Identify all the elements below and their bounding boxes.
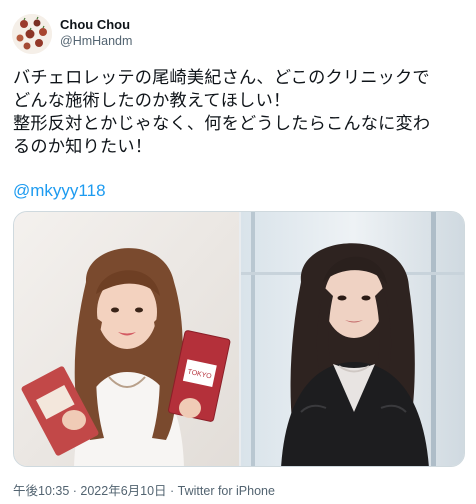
tweet: Chou Chou @HmHandm バチェロレッテの尾崎美紀さん、どこのクリニ… (0, 0, 476, 504)
photo-left[interactable]: TOKYO (14, 212, 239, 466)
photo-right[interactable] (241, 212, 464, 466)
mention-link[interactable]: @mkyyy118 (13, 179, 106, 202)
user-names: Chou Chou @HmHandm (60, 16, 132, 50)
tweet-text-line: 整形反対とかじゃなく、何をどうしたらこんなに変わ (13, 113, 431, 133)
user-handle[interactable]: @HmHandm (60, 33, 132, 50)
photo-right-image (241, 212, 464, 466)
tweet-text-line: るのか知りたい！ (13, 136, 153, 156)
media-grid: TOKYO (13, 211, 465, 467)
tweet-text-line: バチェロレッテの尾崎美紀さん、どこのクリニックで (13, 67, 430, 87)
avatar[interactable] (12, 14, 52, 54)
display-name[interactable]: Chou Chou (60, 16, 132, 33)
avatar-icon (12, 14, 52, 54)
tweet-header: Chou Chou @HmHandm (12, 14, 464, 56)
meta-separator: · (69, 484, 81, 498)
tweet-time[interactable]: 午後10:35 (13, 484, 69, 498)
tweet-source[interactable]: Twitter for iPhone (178, 484, 275, 498)
tweet-text-line: どんな施術したのか教えてほしい！ (13, 90, 291, 110)
tweet-meta: 午後10:35 · 2022年6月10日 · Twitter for iPhon… (13, 480, 275, 499)
tweet-text: バチェロレッテの尾崎美紀さん、どこのクリニックで どんな施術したのか教えてほしい… (13, 66, 465, 158)
photo-left-image: TOKYO (14, 212, 239, 466)
meta-separator: · (166, 484, 178, 498)
tweet-date[interactable]: 2022年6月10日 (80, 484, 166, 498)
